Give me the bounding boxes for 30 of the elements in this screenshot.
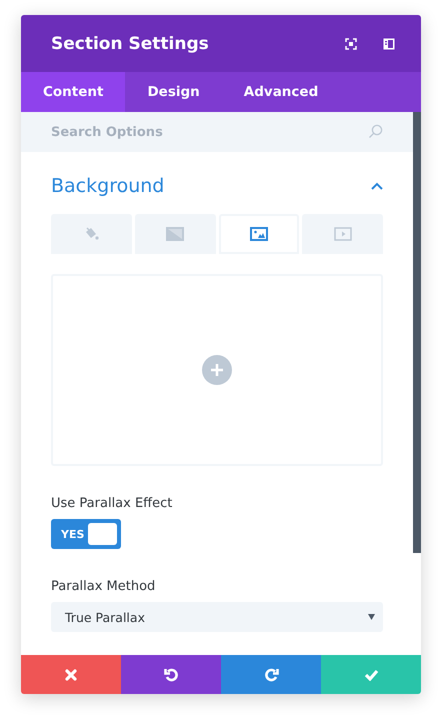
redo-button[interactable]: [221, 655, 321, 694]
video-icon: [334, 227, 352, 241]
undo-button[interactable]: [121, 655, 221, 694]
scrollbar[interactable]: [413, 112, 421, 553]
background-type-tab[interactable]: [218, 214, 300, 254]
toggle-switch[interactable]: YES: [51, 519, 121, 549]
field-label: Use Parallax Effect: [51, 496, 174, 511]
sidebar-icon: [383, 38, 395, 50]
gradient-icon: [166, 227, 184, 241]
checkmark-icon: [364, 668, 378, 680]
close-icon: [65, 668, 77, 680]
expand-icon: [345, 38, 357, 50]
image-icon: [250, 227, 268, 241]
background-type-tab[interactable]: [134, 214, 216, 254]
paint-bucket-icon: [84, 227, 99, 241]
add-icon: [202, 355, 232, 385]
cancel-button[interactable]: [21, 655, 121, 694]
search-field[interactable]: Search Options: [21, 112, 413, 152]
select-field[interactable]: True Parallax: [51, 602, 383, 632]
dropdown-arrow-icon: [368, 614, 375, 620]
section-header[interactable]: Background: [51, 174, 383, 198]
chevron-up-icon: [371, 182, 383, 190]
redo-icon: [264, 667, 278, 682]
search-icon: [368, 124, 383, 139]
tab[interactable]: Design: [125, 72, 222, 112]
tab[interactable]: Advanced: [222, 72, 340, 112]
tab[interactable]: Content: [21, 72, 126, 112]
undo-icon: [164, 667, 178, 682]
field-label: Parallax Method: [51, 579, 156, 594]
window-title: Section Settings: [51, 34, 210, 54]
